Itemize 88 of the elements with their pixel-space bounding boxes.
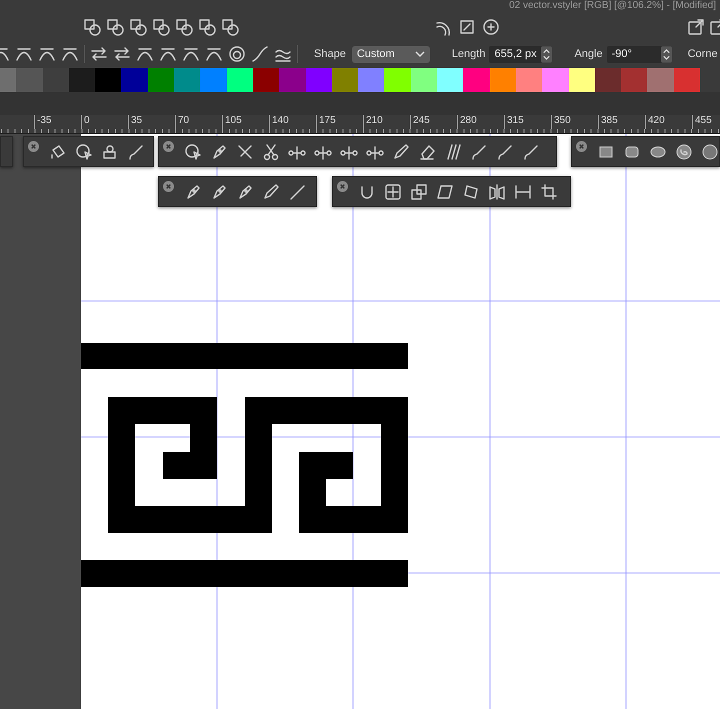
circle-icon[interactable] [701,143,719,161]
color-swatch[interactable] [279,68,306,92]
pointer-icon[interactable] [75,143,93,161]
ruler-label: 280 [457,115,504,129]
mirror-icon[interactable] [488,183,506,201]
boolean-operation-icon[interactable] [221,18,239,36]
spiral-icon[interactable] [675,143,693,161]
field-label: Angle [574,48,603,60]
pencil-icon[interactable] [262,183,280,201]
color-swatch[interactable] [174,68,200,92]
ruler-label: 420 [645,115,692,129]
color-swatch[interactable] [42,68,69,92]
window-title: 02 vector.vstyler [RGB] [@106.2%] - [Modified] [509,0,716,12]
boolean-operation-icon[interactable] [175,18,193,36]
ruler-label: 70 [175,115,222,129]
close-icon[interactable] [163,181,174,192]
ruler-label: 140 [269,115,316,129]
color-swatch[interactable] [568,68,595,92]
shape-label: Shape [314,48,346,60]
color-swatch[interactable] [490,68,516,92]
color-swatch[interactable] [226,68,253,92]
close-icon[interactable] [28,141,39,152]
ruler-label: 245 [410,115,457,129]
eraser-icon[interactable] [418,143,436,161]
color-swatch[interactable] [252,68,280,92]
field-label: Corne [688,48,718,60]
ruler-label: 210 [363,115,410,129]
color-swatch[interactable] [463,68,490,92]
color-swatch[interactable] [437,68,464,92]
crop-icon[interactable] [540,183,558,201]
field-label: Length [452,48,486,60]
floating-toolbar [0,136,13,167]
color-swatch[interactable] [384,68,411,92]
color-swatch[interactable] [306,68,332,92]
color-swatch[interactable] [594,68,622,92]
color-swatch[interactable] [68,68,96,92]
ruler-label: -35 [34,115,81,129]
frame-icon[interactable] [458,18,476,36]
chevron-down-icon [414,51,425,57]
color-swatch[interactable] [200,68,227,92]
ruler-label: 35 [128,115,175,129]
pencil-icon[interactable] [392,143,410,161]
export-icon[interactable] [687,18,705,36]
close-icon[interactable] [576,141,587,152]
color-swatch[interactable] [95,68,122,92]
boolean-operation-icon[interactable] [129,18,147,36]
stepper-icon[interactable] [541,46,552,62]
color-swatch[interactable] [16,68,43,92]
color-swatch[interactable] [516,68,542,92]
ruler-label: 175 [316,115,363,129]
color-swatch[interactable] [410,68,438,92]
curve-line-icon[interactable] [251,45,269,63]
close-icon[interactable] [337,181,348,192]
stepper-icon[interactable] [660,46,672,62]
shape-dropdown[interactable]: Custom [352,46,430,62]
boolean-operation-icon[interactable] [83,18,101,36]
boolean-operation-icon[interactable] [106,18,124,36]
scale-icon[interactable] [410,183,428,201]
ruler-label: 350 [551,115,598,129]
boolean-operation-icon[interactable] [198,18,216,36]
move-icon[interactable] [384,183,402,201]
close-icon[interactable] [163,141,174,152]
color-swatch[interactable] [542,68,569,92]
ruler-label: 385 [598,115,645,129]
brush-icon[interactable] [470,143,488,161]
skew-icon[interactable] [436,183,454,201]
color-swatch[interactable] [121,68,148,92]
color-swatch[interactable] [647,68,674,92]
color-swatch[interactable] [358,68,384,92]
ruler-label: 315 [504,115,551,129]
ruler-label: 0 [81,115,128,129]
scissors-icon[interactable] [262,143,280,161]
arrows-icon[interactable] [90,45,108,63]
ruler-label: 455 [692,115,712,129]
width-icon[interactable] [514,183,532,201]
ruler-label: 105 [222,115,269,129]
line-icon[interactable] [288,183,306,201]
color-swatch[interactable] [148,68,174,92]
brush-icon[interactable] [522,143,540,161]
color-swatch[interactable] [621,68,648,92]
color-swatch[interactable] [674,68,700,92]
ring-icon[interactable] [228,45,246,63]
boolean-operation-icon[interactable] [152,18,170,36]
pointer-icon[interactable] [184,143,202,161]
brush-icon[interactable] [496,143,514,161]
arrows-icon[interactable] [113,45,131,63]
color-swatch[interactable] [332,68,358,92]
brush-icon[interactable] [127,143,145,161]
